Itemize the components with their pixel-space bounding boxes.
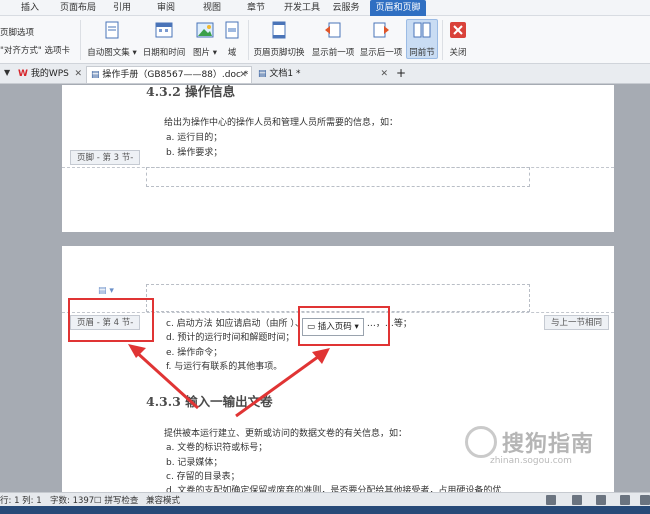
view-icon[interactable]: [572, 495, 582, 505]
annotation-arrow: [132, 348, 200, 410]
status-compat-mode: 兼容模式: [146, 496, 181, 506]
view-icon[interactable]: [546, 495, 556, 505]
watermark-text: 搜狗指南: [502, 432, 595, 457]
view-icon[interactable]: [640, 495, 650, 505]
taskbar: [0, 506, 650, 514]
arrowhead-icon: [312, 348, 330, 364]
arrowhead-icon: [128, 344, 146, 358]
annotation-arrow: [235, 352, 323, 418]
status-spell-check[interactable]: ☐ 拼写检查: [94, 494, 138, 506]
view-icon[interactable]: [596, 495, 606, 505]
watermark-url: zhinan.sogou.com: [490, 456, 572, 466]
sogou-logo-icon: [465, 426, 497, 458]
status-word-count[interactable]: 字数: 1397: [50, 494, 94, 506]
status-row-col: 行: 1 列: 1: [0, 496, 42, 506]
view-icon[interactable]: [620, 495, 630, 505]
spell-check-label: 拼写检查: [104, 496, 139, 506]
status-bar: 行: 1 列: 1 字数: 1397 ☐ 拼写检查 兼容模式: [0, 492, 650, 506]
